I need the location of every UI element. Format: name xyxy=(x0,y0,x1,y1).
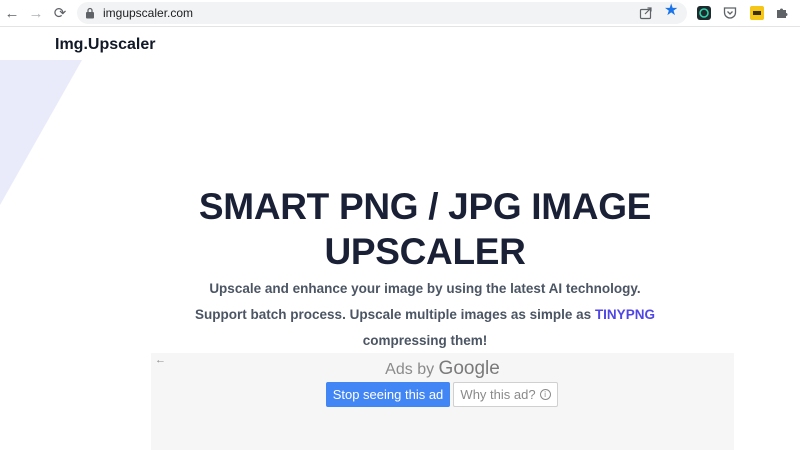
info-icon: i xyxy=(539,389,551,400)
ads-by-google-label: Ads by Google xyxy=(151,358,734,380)
site-logo[interactable]: Img.Upscaler xyxy=(55,36,155,54)
reload-icon[interactable]: ⟳ xyxy=(50,3,70,23)
browser-toolbar: ← → ⟳ imgupscaler.com ★ xyxy=(0,0,800,27)
extension-icon[interactable] xyxy=(750,6,764,20)
url-text[interactable]: imgupscaler.com xyxy=(103,6,193,20)
subtitle-line: Support batch process. Upscale multiple … xyxy=(150,302,700,328)
tinypng-link[interactable]: TINYPNG xyxy=(595,307,655,322)
subtitle-text: Support batch process. Upscale multiple … xyxy=(195,307,595,322)
google-text: Google xyxy=(438,358,500,379)
address-bar[interactable]: imgupscaler.com ★ xyxy=(77,2,687,24)
puzzle-icon[interactable] xyxy=(775,6,789,20)
back-arrow-icon[interactable]: ← xyxy=(2,3,22,23)
why-this-ad-button[interactable]: Why this ad? i xyxy=(453,382,558,407)
extension-icon[interactable] xyxy=(697,6,711,20)
pocket-icon[interactable] xyxy=(723,6,737,20)
ad-panel: ← Ads by Google Stop seeing this ad Why … xyxy=(151,353,734,450)
subtitle-line: Upscale and enhance your image by using … xyxy=(209,281,641,296)
page-title: SMART PNG / JPG IMAGE UPSCALER xyxy=(150,184,700,274)
why-this-ad-label: Why this ad? xyxy=(460,387,536,402)
bookmark-star-icon[interactable]: ★ xyxy=(664,3,678,19)
page-subtitle: Upscale and enhance your image by using … xyxy=(150,276,700,354)
title-line: SMART PNG / JPG IMAGE xyxy=(198,186,652,227)
forward-arrow-icon[interactable]: → xyxy=(26,3,46,23)
subtitle-line: compressing them! xyxy=(362,333,488,348)
title-line: UPSCALER xyxy=(324,231,526,272)
lock-icon[interactable] xyxy=(85,7,95,19)
background-shape xyxy=(0,60,82,205)
stop-seeing-ad-button[interactable]: Stop seeing this ad xyxy=(326,382,450,407)
ads-by-text: Ads by xyxy=(385,361,435,378)
share-icon[interactable] xyxy=(639,6,653,20)
